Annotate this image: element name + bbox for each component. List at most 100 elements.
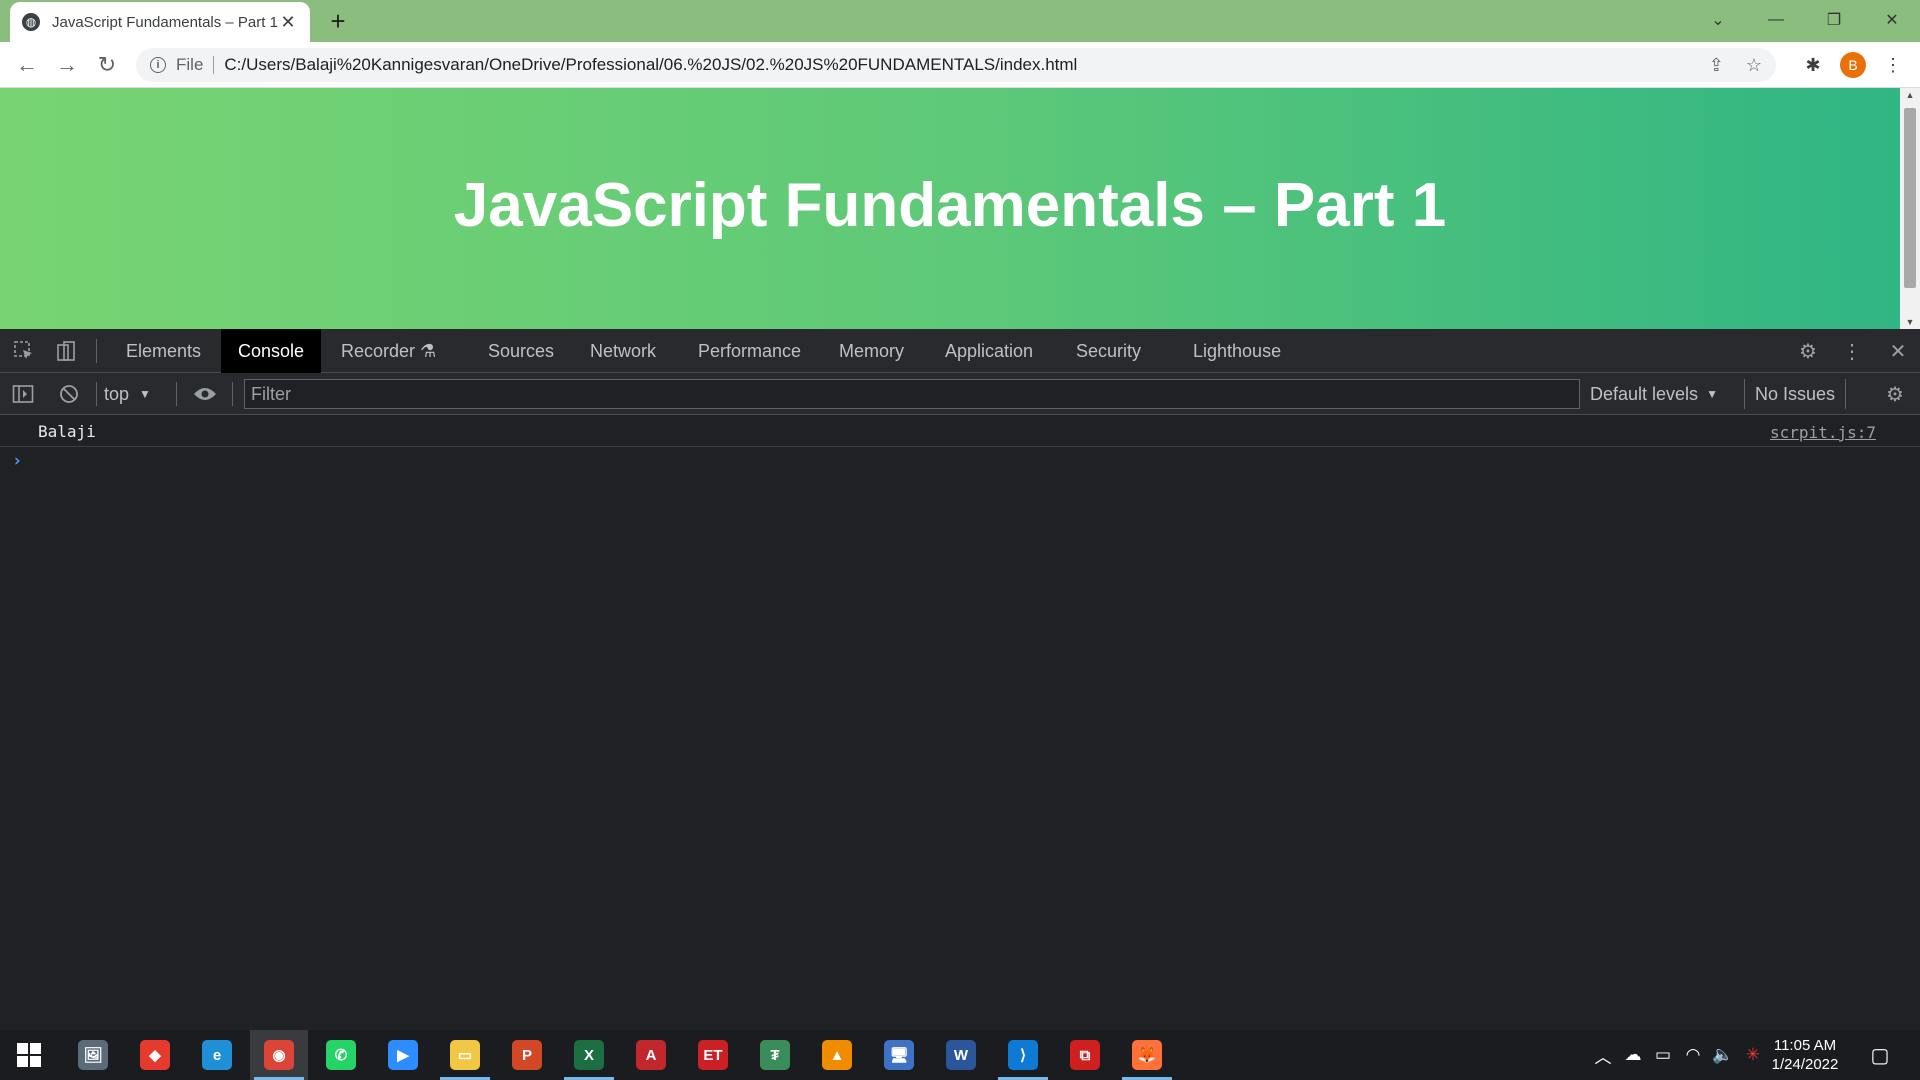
caret-down-icon: ▼ (1706, 387, 1718, 401)
device-toolbar-icon[interactable] (48, 329, 84, 373)
battery-icon[interactable]: ▭ (1648, 1030, 1678, 1080)
profile-avatar[interactable]: B (1840, 52, 1866, 78)
taskbar-app-excel[interactable]: X (560, 1030, 618, 1080)
windows-start-button[interactable] (0, 1030, 58, 1080)
volume-icon[interactable]: 🔈 (1708, 1030, 1738, 1080)
restore-button[interactable]: ❐ (1806, 0, 1862, 40)
devtools-settings-gear-icon[interactable]: ⚙ (1790, 329, 1826, 373)
console-message: Balaji scrpit.js:7 (0, 415, 1920, 447)
file-explorer-icon: ▭ (450, 1040, 480, 1070)
tab-application[interactable]: Application (928, 329, 1050, 373)
action-center-notifications-icon[interactable]: ▢ (1860, 1030, 1900, 1080)
info-icon[interactable]: i (150, 57, 166, 73)
taskbar-app-tally[interactable]: ₮ (746, 1030, 804, 1080)
filter-divider (96, 382, 97, 406)
console-settings-gear-icon[interactable]: ⚙ (1878, 373, 1912, 415)
browser-tab-active[interactable]: ◍ JavaScript Fundamentals – Part 1 ✕ (10, 2, 310, 42)
log-levels-label: Default levels (1590, 383, 1699, 404)
bookmark-star-icon[interactable]: ☆ (1746, 55, 1762, 76)
share-icon[interactable]: ⇪ (1709, 55, 1724, 76)
powerpoint-icon: P (512, 1040, 542, 1070)
vscode-icon: ⟩ (1008, 1040, 1038, 1070)
console-message-text: Balaji (38, 422, 96, 441)
tab-network[interactable]: Network (573, 329, 673, 373)
taskbar-app-word[interactable]: W (932, 1030, 990, 1080)
remote-desktop-icon: 🖥 (884, 1040, 914, 1070)
url-text[interactable]: C:/Users/Balaji%20Kannigesvaran/OneDrive… (224, 55, 1686, 75)
new-tab-button[interactable]: + (324, 8, 352, 36)
taskbar-app-chrome[interactable]: ◉ (250, 1030, 308, 1080)
tab-console[interactable]: Console (221, 329, 322, 373)
devtools-close-icon[interactable]: ✕ (1880, 329, 1916, 373)
taskbar-app-file-explorer[interactable]: ▭ (436, 1030, 494, 1080)
scroll-down-arrow-icon[interactable]: ▼ (1900, 317, 1920, 327)
tab-security[interactable]: Security (1059, 329, 1158, 373)
issues-button[interactable]: No Issues (1744, 379, 1847, 409)
taskbar-app-et-money[interactable]: ET (684, 1030, 742, 1080)
console-message-source-link[interactable]: scrpit.js:7 (1770, 423, 1876, 442)
windows-logo-icon (17, 1043, 41, 1067)
clock-time: 11:05 AM (1773, 1037, 1837, 1054)
taskbar-app-vlc[interactable]: ▲ (808, 1030, 866, 1080)
tab-close-icon[interactable]: ✕ (278, 12, 298, 33)
devtools-tabbar: Elements Console Recorder ⚗ Sources Netw… (0, 329, 1920, 373)
vlc-icon: ▲ (822, 1040, 852, 1070)
tab-sources[interactable]: Sources (471, 329, 571, 373)
log-levels-dropdown[interactable]: Default levels ▼ (1590, 373, 1718, 415)
inspect-element-icon[interactable] (6, 329, 42, 373)
et-money-icon: ET (698, 1040, 728, 1070)
window-close-button[interactable]: ✕ (1864, 0, 1920, 40)
onedrive-cloud-icon[interactable]: ☁ (1618, 1030, 1648, 1080)
toolbar-divider (96, 339, 97, 363)
taskbar-app-anydesk[interactable]: ◆ (126, 1030, 184, 1080)
tab-memory[interactable]: Memory (822, 329, 921, 373)
console-output[interactable]: Balaji scrpit.js:7 › (0, 415, 1920, 1030)
tab-lighthouse[interactable]: Lighthouse (1176, 329, 1298, 373)
tab-performance[interactable]: Performance (681, 329, 818, 373)
taskbar-app-edge[interactable]: e (188, 1030, 246, 1080)
tab-strip: ◍ JavaScript Fundamentals – Part 1 ✕ + ⌄… (0, 0, 1920, 42)
reload-button[interactable]: ↻ (92, 50, 122, 80)
tab-elements[interactable]: Elements (109, 329, 218, 373)
tray-overflow-chevron-icon[interactable]: ︿ (1588, 1030, 1618, 1080)
whatsapp-icon: ✆ (326, 1040, 356, 1070)
page-viewport: JavaScript Fundamentals – Part 1 ▲ ▼ (0, 88, 1920, 329)
context-value: top (104, 383, 130, 404)
taskbar-app-whatsapp[interactable]: ✆ (312, 1030, 370, 1080)
page-scrollbar[interactable]: ▲ ▼ (1900, 88, 1920, 329)
javascript-context-select[interactable]: top ▼ (104, 373, 151, 415)
firefox-icon: 🦊 (1132, 1040, 1162, 1070)
address-bar[interactable]: i File C:/Users/Balaji%20Kannigesvaran/O… (136, 48, 1776, 82)
console-prompt-icon[interactable]: › (12, 451, 22, 471)
forward-button[interactable]: → (52, 50, 82, 80)
browser-toolbar: ← → ↻ i File C:/Users/Balaji%20Kannigesv… (0, 42, 1920, 88)
extensions-puzzle-icon[interactable]: ✱ (1800, 52, 1826, 78)
adobe-acrobat-icon: ⧉ (1070, 1040, 1100, 1070)
taskbar-app-photos[interactable]: 🖼 (64, 1030, 122, 1080)
taskbar-app-powerpoint[interactable]: P (498, 1030, 556, 1080)
show-sidebar-icon[interactable] (6, 373, 40, 415)
console-filter-input[interactable] (244, 379, 1580, 409)
minimize-button[interactable]: — (1748, 0, 1804, 40)
taskbar-app-vscode[interactable]: ⟩ (994, 1030, 1052, 1080)
taskbar-app-zoom[interactable]: ▶ (374, 1030, 432, 1080)
wifi-icon[interactable]: ◠ (1678, 1030, 1708, 1080)
back-button[interactable]: ← (12, 50, 42, 80)
devtools-more-icon[interactable]: ⋮ (1834, 329, 1870, 373)
zoom-icon: ▶ (388, 1040, 418, 1070)
taskbar-app-adobe-acrobat[interactable]: ⧉ (1056, 1030, 1114, 1080)
live-expression-eye-icon[interactable] (188, 373, 222, 415)
photos-icon: 🖼 (78, 1040, 108, 1070)
taskbar-clock[interactable]: 11:05 AM 1/24/2022 (1760, 1036, 1850, 1074)
anydesk-icon: ◆ (140, 1040, 170, 1070)
scroll-up-arrow-icon[interactable]: ▲ (1900, 90, 1920, 100)
taskbar-app-firefox[interactable]: 🦊 (1118, 1030, 1176, 1080)
taskbar-app-acrobat-reader[interactable]: A (622, 1030, 680, 1080)
clear-console-icon[interactable] (52, 373, 86, 415)
scrollbar-thumb[interactable] (1904, 108, 1916, 288)
tab-recorder[interactable]: Recorder ⚗ (324, 329, 453, 373)
browser-menu-icon[interactable]: ⋮ (1880, 52, 1906, 78)
taskbar-app-remote-desktop[interactable]: 🖥 (870, 1030, 928, 1080)
tab-title: JavaScript Fundamentals – Part 1 (52, 13, 278, 31)
tab-search-icon[interactable]: ⌄ (1690, 0, 1746, 40)
